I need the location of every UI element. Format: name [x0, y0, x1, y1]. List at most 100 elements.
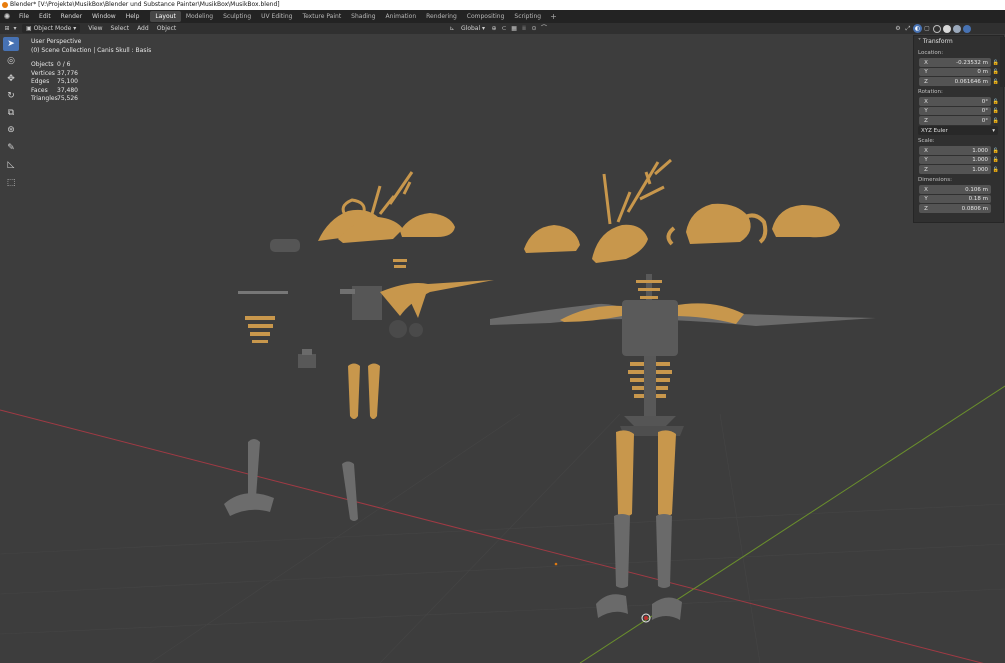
scale-icon[interactable]: ⧉: [3, 106, 19, 120]
chevron-down-icon[interactable]: ▾: [12, 24, 18, 33]
rotation-z-field[interactable]: Z 0°: [919, 116, 991, 125]
lock-icon[interactable]: 🔓: [991, 167, 1001, 173]
location-z-field[interactable]: Z 0.061646 m: [919, 77, 991, 86]
add-cube-icon[interactable]: ⬚: [3, 176, 19, 190]
pivot-icon[interactable]: ⊕: [489, 24, 499, 33]
falloff-icon[interactable]: ⌒: [539, 24, 549, 33]
editor-type-icon[interactable]: ⊞: [2, 24, 12, 33]
tab-scripting[interactable]: Scripting: [509, 11, 546, 22]
transform-panel-header[interactable]: ˅ Transform: [914, 36, 1003, 47]
tab-sculpting[interactable]: Sculpting: [218, 11, 256, 22]
field-value: 0 m: [977, 69, 988, 75]
wireframe-shading-icon[interactable]: [933, 24, 941, 33]
annotate-icon[interactable]: ✎: [3, 141, 19, 155]
location-x-row: X -0.23532 m 🔓: [914, 58, 1003, 67]
visibility-icon[interactable]: ⚙: [893, 24, 903, 33]
menu-add[interactable]: Add: [133, 24, 153, 33]
lock-icon[interactable]: 🔓: [991, 148, 1001, 154]
tab-compositing[interactable]: Compositing: [462, 11, 510, 22]
menu-view[interactable]: View: [84, 24, 106, 33]
tab-modeling[interactable]: Modeling: [181, 11, 218, 22]
overlay-toggle-icon[interactable]: ◐: [913, 24, 922, 33]
rendered-shading-icon[interactable]: [963, 24, 971, 33]
xray-icon[interactable]: ▢: [922, 24, 932, 33]
axis-label: Y: [924, 196, 928, 202]
menu-edit[interactable]: Edit: [34, 10, 56, 23]
dimensions-label: Dimensions:: [918, 177, 952, 183]
sidebar-tabs[interactable]: [1000, 37, 1005, 87]
tool-shelf: ➤ ◎ ✥ ↻ ⧉ ⊛ ✎ ◺ ⬚: [3, 37, 19, 193]
menu-render[interactable]: Render: [56, 10, 87, 23]
rotate-icon[interactable]: ↻: [3, 89, 19, 103]
cursor-icon[interactable]: ◎: [3, 54, 19, 68]
window-titlebar: Blender* [V:\Projekte\MusikBox\Blender u…: [0, 0, 1005, 10]
x-axis-line: [0, 409, 984, 663]
view-name: User Perspective: [31, 38, 82, 45]
stat-value: 0 / 6: [57, 61, 71, 68]
3d-viewport[interactable]: User Perspective (0) Scene Collection | …: [0, 34, 1005, 663]
stat-row: Edges 75,100: [31, 78, 151, 87]
tab-animation[interactable]: Animation: [381, 11, 422, 22]
skeleton-figure: [490, 274, 876, 623]
tab-uv-editing[interactable]: UV Editing: [256, 11, 297, 22]
orientation-select[interactable]: Global ▾: [457, 24, 489, 33]
tab-shading[interactable]: Shading: [346, 11, 380, 22]
menu-help[interactable]: Help: [121, 10, 145, 23]
dimensions-z-field[interactable]: Z 0.0806 m: [919, 204, 991, 213]
rotation-mode-select[interactable]: XYZ Euler ▾: [918, 126, 998, 135]
stat-row: Faces 37,480: [31, 87, 151, 96]
tab-texture-paint[interactable]: Texture Paint: [297, 11, 346, 22]
tab-rendering[interactable]: Rendering: [421, 11, 462, 22]
orientation-label: Global: [461, 25, 481, 32]
menu-window[interactable]: Window: [87, 10, 121, 23]
gizmo-icon[interactable]: ⤢: [903, 24, 913, 33]
measure-icon[interactable]: ◺: [3, 158, 19, 172]
location-y-field[interactable]: Y 0 m: [919, 67, 991, 77]
field-value: 1.000: [972, 166, 988, 173]
stat-value: 37,480: [57, 86, 78, 94]
dimensions-x-field[interactable]: X 0.106 m: [919, 185, 991, 194]
rotation-y-field[interactable]: Y 0°: [919, 106, 991, 116]
lock-icon[interactable]: 🔓: [991, 118, 1001, 124]
lock-icon[interactable]: 🔓: [991, 108, 1001, 114]
lock-icon[interactable]: 🔓: [991, 99, 1001, 105]
axis-label: Y: [924, 69, 928, 75]
dimensions-y-field[interactable]: Y 0.18 m: [919, 194, 991, 204]
rotation-x-field[interactable]: X 0°: [919, 97, 991, 106]
menu-object[interactable]: Object: [153, 24, 181, 33]
field-value: 0°: [981, 98, 988, 105]
scale-x-field[interactable]: X 1.000: [919, 146, 991, 155]
menu-select[interactable]: Select: [107, 24, 134, 33]
axis-label: Y: [924, 108, 928, 114]
select-box-icon[interactable]: ➤: [3, 37, 19, 51]
object-mode-icon: ▣: [26, 25, 34, 32]
axis-label: X: [924, 186, 928, 193]
rotation-mode-label: XYZ Euler: [921, 127, 948, 134]
axis-label: Z: [924, 117, 928, 124]
right-skulls: [524, 158, 840, 263]
proportional-edit-icon[interactable]: ⊙: [529, 24, 539, 33]
menu-file[interactable]: File: [14, 10, 34, 23]
mode-select[interactable]: ▣ Object Mode ▾: [22, 24, 81, 33]
scale-z-field[interactable]: Z 1.000: [919, 165, 991, 174]
material-shading-icon[interactable]: [953, 24, 961, 33]
axis-label: X: [924, 59, 928, 66]
orientation-icon: ⊾: [449, 25, 455, 32]
move-icon[interactable]: ✥: [3, 72, 19, 86]
stat-row: Triangles 75,526: [31, 95, 151, 104]
blender-menu-icon[interactable]: ✺: [0, 10, 14, 23]
scale-y-field[interactable]: Y 1.000: [919, 155, 991, 165]
top-bar: ✺ File Edit Render Window Help Layout Mo…: [0, 10, 1005, 23]
snap-target-icon[interactable]: ▦: [509, 24, 519, 33]
lock-icon[interactable]: 🔓: [991, 157, 1001, 163]
add-workspace-button[interactable]: +: [546, 12, 561, 21]
transform-icon[interactable]: ⊛: [3, 123, 19, 137]
rotation-x-row: X 0° 🔓: [914, 97, 1003, 106]
snap-toggle-icon[interactable]: ⊂: [499, 24, 509, 33]
solid-shading-icon[interactable]: [943, 24, 951, 33]
tab-layout[interactable]: Layout: [150, 11, 181, 22]
location-x-field[interactable]: X -0.23532 m: [919, 58, 991, 67]
3d-cursor-marker: [554, 562, 558, 566]
snap-grid-icon[interactable]: ⁞⁞: [519, 24, 529, 33]
left-parts: [224, 259, 494, 521]
